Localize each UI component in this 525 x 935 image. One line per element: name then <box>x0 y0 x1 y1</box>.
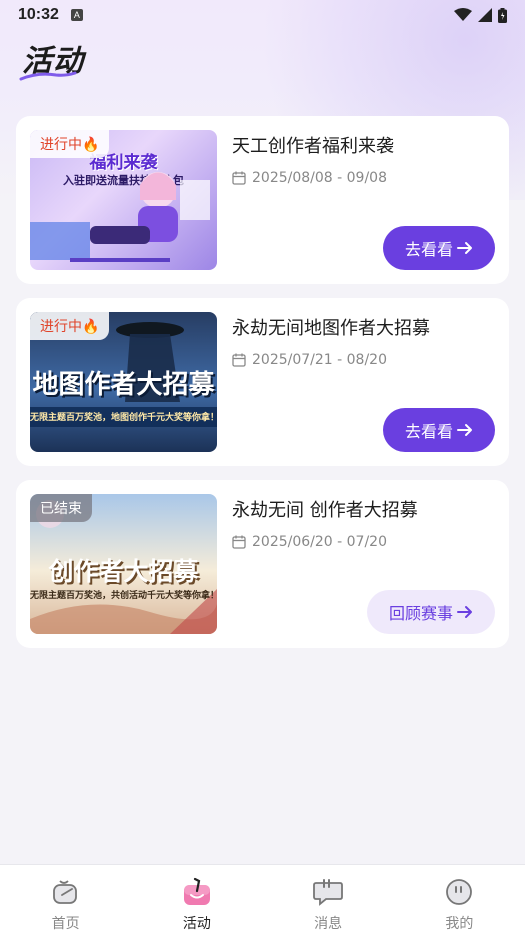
tab-messages[interactable]: 消息 <box>263 865 394 935</box>
calendar-icon <box>232 353 246 367</box>
activity-thumbnail: 创作者大招募 无限主题百万奖池，共创活动千元大奖等你拿！ 已结束 <box>30 494 217 634</box>
profile-icon <box>443 877 475 907</box>
status-tag-ongoing: 进行中🔥 <box>30 312 110 340</box>
activity-title: 永劫无间地图作者大招募 <box>232 318 430 339</box>
activity-card[interactable]: 福利来袭 入驻即送流量扶持大礼包 进行中🔥 天工创作者福利来袭 2025/08/… <box>16 116 509 284</box>
view-activity-label: 去看看 <box>404 242 453 259</box>
tab-home-label: 首页 <box>51 916 80 932</box>
tab-messages-label: 消息 <box>314 916 343 932</box>
signal-icon <box>478 8 492 22</box>
view-activity-label: 去看看 <box>404 424 453 441</box>
tab-profile-label: 我的 <box>445 916 474 932</box>
home-icon <box>50 877 82 907</box>
activity-title: 天工创作者福利来袭 <box>232 136 394 157</box>
activity-card[interactable]: 创作者大招募 无限主题百万奖池，共创活动千元大奖等你拿！ 已结束 永劫无间 创作… <box>16 480 509 648</box>
message-icon <box>312 877 344 907</box>
thumbnail-subheadline: 无限主题百万奖池，地图创作千元大奖等你拿！ <box>30 413 217 423</box>
view-activity-button[interactable]: 去看看 <box>383 226 495 270</box>
arrow-right-icon <box>457 424 472 436</box>
tab-profile[interactable]: 我的 <box>394 865 525 935</box>
status-icons <box>454 7 507 23</box>
status-tag-ended: 已结束 <box>30 494 92 522</box>
thumbnail-headline: 创作者大招募 <box>48 557 199 586</box>
activity-date-text: 2025/07/21 - 08/20 <box>252 352 387 368</box>
activity-date: 2025/07/21 - 08/20 <box>232 352 387 368</box>
activity-title: 永劫无间 创作者大招募 <box>232 500 418 521</box>
calendar-icon <box>232 535 246 549</box>
tab-home[interactable]: 首页 <box>0 865 131 935</box>
activity-thumbnail: 福利来袭 入驻即送流量扶持大礼包 进行中🔥 <box>30 130 217 270</box>
battery-icon <box>498 7 507 23</box>
activity-icon <box>181 877 213 907</box>
review-event-label: 回顾赛事 <box>388 604 453 623</box>
status-bar: 10:32 A <box>0 0 525 30</box>
notification-a-icon: A <box>70 9 83 21</box>
activity-list: 福利来袭 入驻即送流量扶持大礼包 进行中🔥 天工创作者福利来袭 2025/08/… <box>16 116 509 662</box>
view-activity-button[interactable]: 去看看 <box>383 408 495 452</box>
activity-date-text: 2025/08/08 - 09/08 <box>252 170 387 186</box>
wifi-icon <box>454 8 472 21</box>
review-event-button[interactable]: 回顾赛事 <box>367 590 495 634</box>
activity-date-text: 2025/06/20 - 07/20 <box>252 534 387 550</box>
tab-activity-label: 活动 <box>182 916 211 932</box>
tab-activity[interactable]: 活动 <box>131 865 262 935</box>
status-tag-ongoing: 进行中🔥 <box>30 130 110 158</box>
status-time: 10:32 <box>18 6 59 23</box>
thumbnail-headline: 地图作者大招募 <box>32 370 215 400</box>
arrow-right-icon <box>457 606 472 618</box>
title-underline-decoration <box>19 71 77 81</box>
bottom-tab-bar: 首页 活动 消息 我的 <box>0 864 525 935</box>
calendar-icon <box>232 171 246 185</box>
thumbnail-subheadline: 无限主题百万奖池，共创活动千元大奖等你拿！ <box>30 591 217 601</box>
activity-thumbnail: 地图作者大招募 无限主题百万奖池，地图创作千元大奖等你拿！ 进行中🔥 <box>30 312 217 452</box>
activity-date: 2025/08/08 - 09/08 <box>232 170 387 186</box>
activity-card[interactable]: 地图作者大招募 无限主题百万奖池，地图创作千元大奖等你拿！ 进行中🔥 永劫无间地… <box>16 298 509 466</box>
arrow-right-icon <box>457 242 472 254</box>
activity-date: 2025/06/20 - 07/20 <box>232 534 387 550</box>
